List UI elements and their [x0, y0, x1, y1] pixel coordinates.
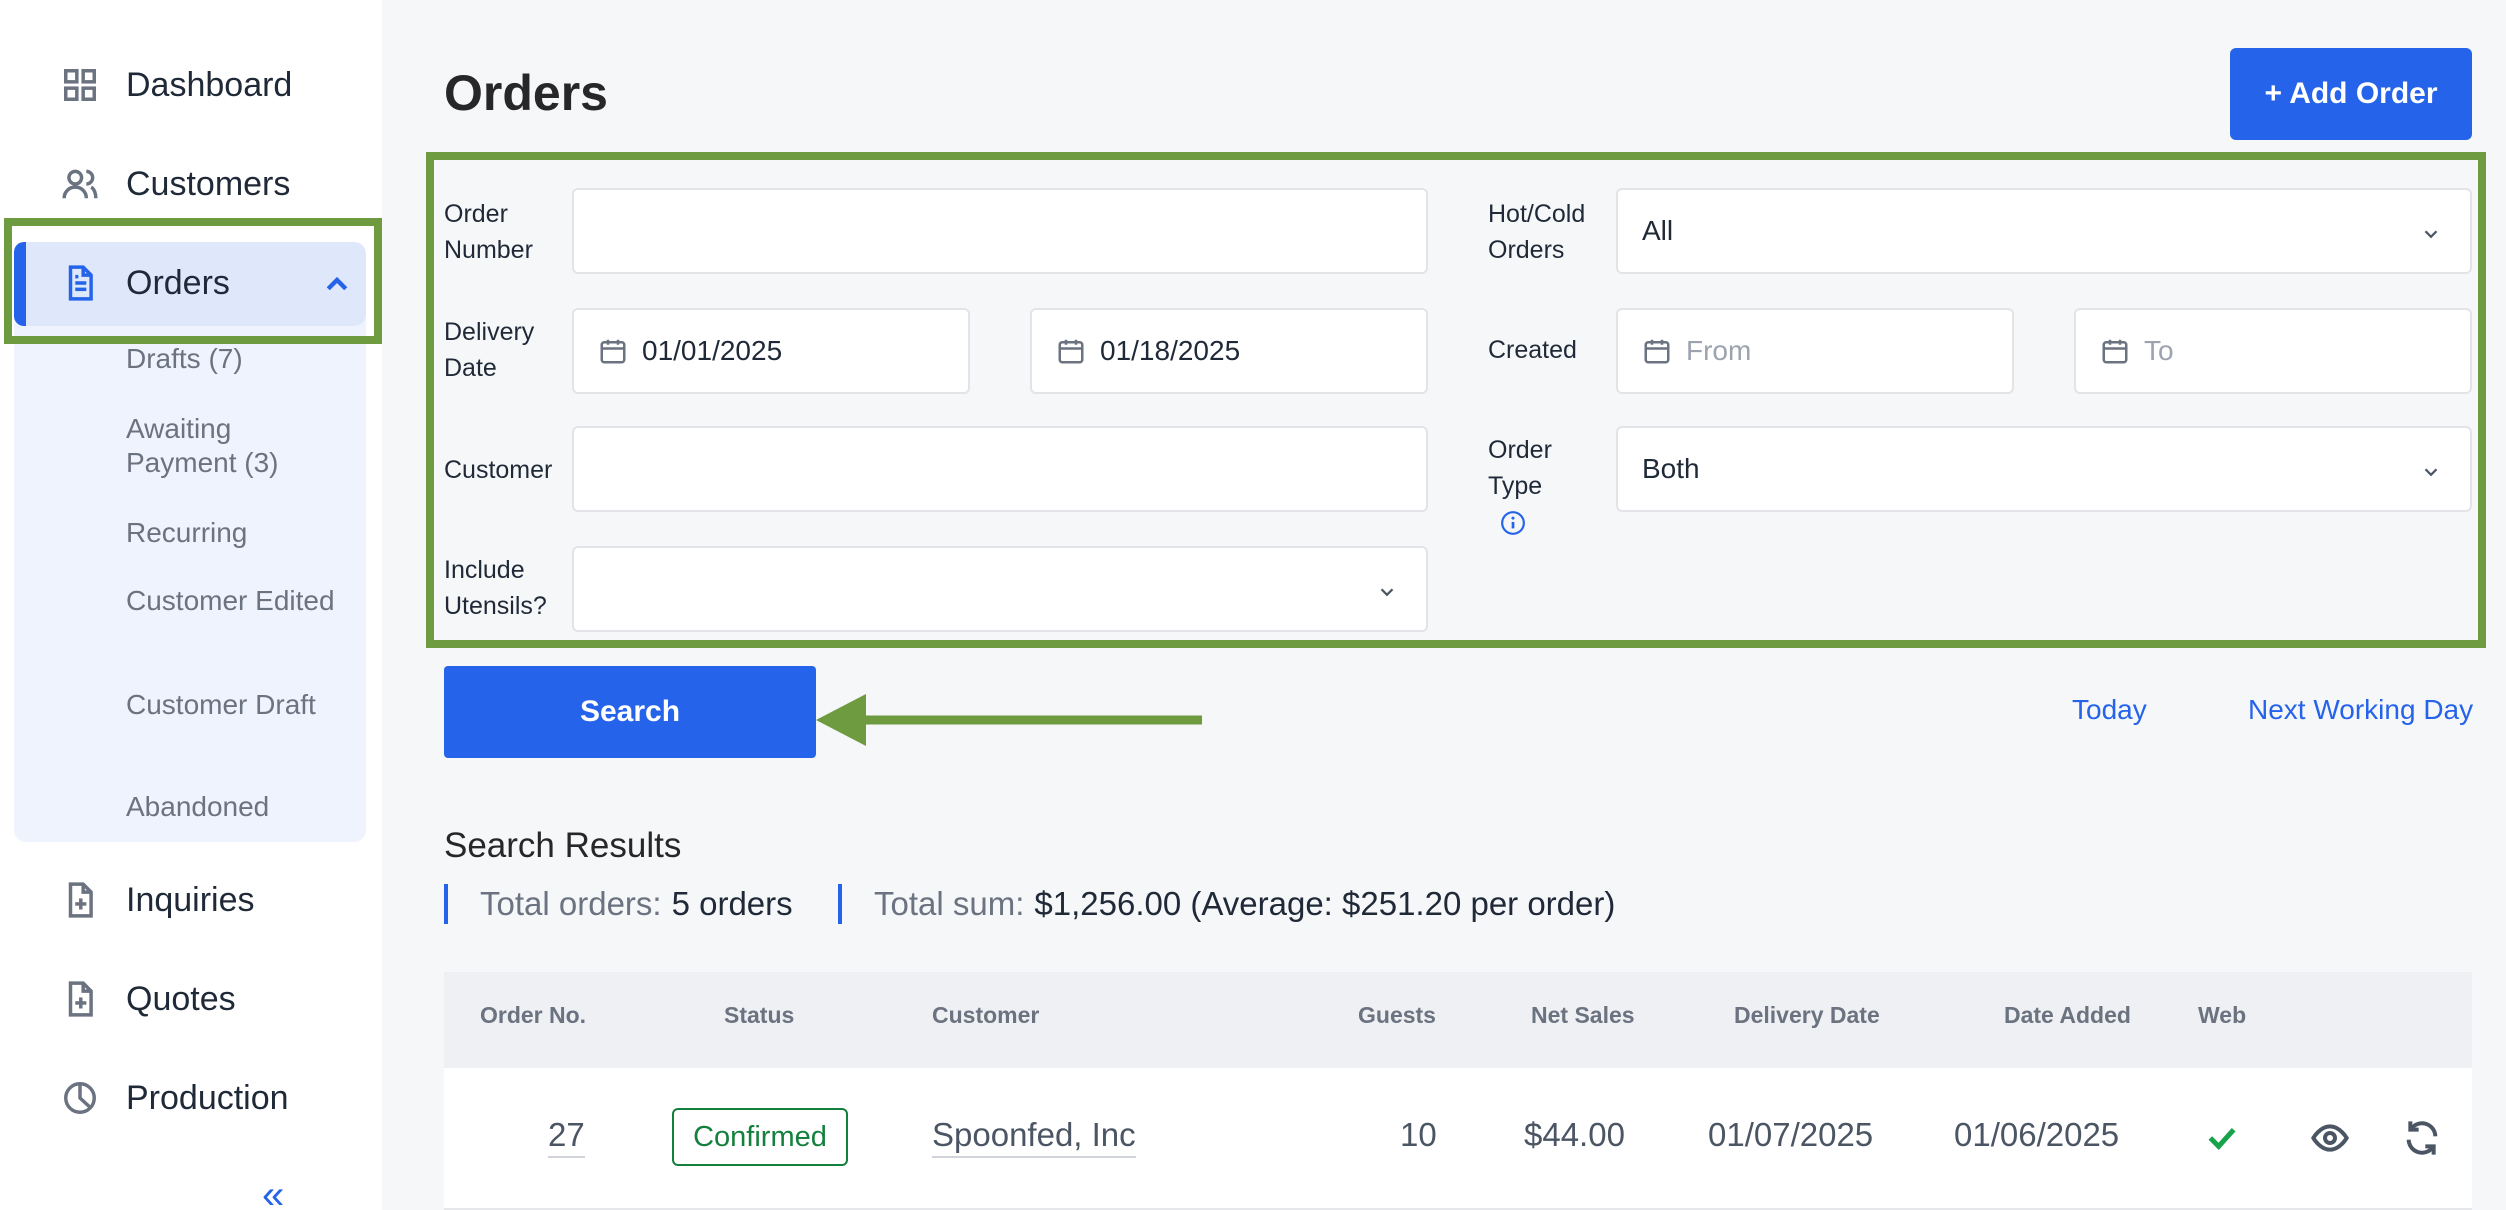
order-number-link[interactable]: 27 [548, 1116, 585, 1158]
customer-input[interactable] [572, 426, 1428, 512]
sidebar: Dashboard Customers Orders Drafts (7) Aw… [0, 0, 382, 1210]
check-icon [2202, 1118, 2242, 1158]
eye-icon[interactable] [2310, 1118, 2350, 1158]
column-header-delivery-date[interactable]: Delivery Date [1734, 1002, 1880, 1029]
column-header-customer[interactable]: Customer [932, 1002, 1039, 1029]
delivery-date-to-input[interactable]: 01/18/2025 [1030, 308, 1428, 394]
column-header-guests[interactable]: Guests [1358, 1002, 1436, 1029]
sidebar-subitem-customer-edited[interactable]: Customer Edited [126, 584, 346, 618]
sidebar-item-label: Quotes [126, 979, 236, 1018]
today-link[interactable]: Today [2072, 694, 2147, 726]
sidebar-item-inquiries[interactable]: Inquiries [60, 870, 255, 930]
created-from-input[interactable]: From [1616, 308, 2014, 394]
sidebar-item-label: Production [126, 1078, 289, 1117]
delivery-date-label: Delivery Date [444, 318, 535, 382]
column-header-status[interactable]: Status [724, 1002, 794, 1029]
guests-cell: 10 [1400, 1116, 1437, 1153]
order-type-select[interactable]: Both [1616, 426, 2472, 512]
sidebar-item-dashboard[interactable]: Dashboard [60, 55, 292, 115]
column-header-net-sales[interactable]: Net Sales [1531, 1002, 1635, 1029]
order-number-input[interactable] [572, 188, 1428, 274]
chevron-down-icon [2420, 220, 2442, 242]
net-sales-cell: $44.00 [1524, 1116, 1625, 1153]
created-label: Created [1488, 336, 1577, 364]
total-sum-summary: Total sum: $1,256.00 (Average: $251.20 p… [838, 884, 1615, 924]
calendar-icon [1056, 336, 1086, 366]
date-added-cell: 01/06/2025 [1954, 1116, 2120, 1153]
refresh-icon[interactable] [2402, 1118, 2442, 1158]
calendar-icon [2100, 336, 2130, 366]
status-badge: Confirmed [672, 1108, 848, 1166]
sidebar-subitem-abandoned[interactable]: Abandoned [126, 790, 346, 824]
utensils-select[interactable] [572, 546, 1428, 632]
pie-chart-icon [60, 1078, 100, 1118]
summary-divider [838, 884, 842, 924]
sidebar-item-label: Customers [126, 164, 291, 203]
collapse-sidebar-icon[interactable]: « [262, 1175, 284, 1210]
chevron-down-icon [1376, 578, 1398, 600]
users-icon [60, 164, 100, 204]
file-plus-icon [60, 880, 100, 920]
sidebar-subitem-awaiting-payment[interactable]: Awaiting Payment (3) [126, 412, 346, 480]
utensils-label: Include Utensils? [444, 556, 547, 620]
total-orders-summary: Total orders: 5 orders [444, 884, 793, 924]
summary-divider [444, 884, 448, 924]
sidebar-item-quotes[interactable]: Quotes [60, 969, 236, 1029]
calendar-icon [1642, 336, 1672, 366]
sidebar-subitem-customer-draft[interactable]: Customer Draft [126, 688, 346, 722]
add-order-button[interactable]: + Add Order [2230, 48, 2472, 140]
order-number-label: Order Number [444, 200, 533, 264]
sidebar-subitem-drafts[interactable]: Drafts (7) [126, 342, 346, 376]
sidebar-subitem-recurring[interactable]: Recurring [126, 516, 346, 550]
column-header-order-no[interactable]: Order No. [480, 1002, 586, 1029]
file-plus-icon [60, 979, 100, 1019]
sidebar-item-label: Inquiries [126, 880, 255, 919]
results-title: Search Results [444, 826, 682, 865]
hotcold-select[interactable]: All [1616, 188, 2472, 274]
pointer-arrow-annotation [816, 694, 1202, 746]
column-header-date-added[interactable]: Date Added [2004, 1002, 2131, 1029]
chevron-down-icon [2420, 458, 2442, 480]
search-button[interactable]: Search [444, 666, 816, 758]
customer-label: Customer [444, 456, 553, 484]
hotcold-label: Hot/Cold Orders [1488, 200, 1586, 264]
sidebar-item-label: Dashboard [126, 65, 293, 104]
info-icon[interactable] [1500, 510, 1526, 536]
grid-icon [60, 65, 100, 105]
next-working-day-link[interactable]: Next Working Day [2248, 694, 2473, 726]
delivery-date-from-input[interactable]: 01/01/2025 [572, 308, 970, 394]
delivery-date-cell: 01/07/2025 [1708, 1116, 1874, 1153]
customer-link[interactable]: Spoonfed, Inc [932, 1116, 1136, 1158]
sidebar-item-customers[interactable]: Customers [60, 154, 290, 214]
column-header-web: Web [2198, 1002, 2247, 1028]
calendar-icon [598, 336, 628, 366]
created-to-input[interactable]: To [2074, 308, 2472, 394]
page-title: Orders [444, 65, 608, 121]
orders-highlight-annotation [4, 218, 382, 344]
sidebar-item-production[interactable]: Production [60, 1068, 289, 1128]
order-type-label: Order Type [1488, 432, 1578, 540]
